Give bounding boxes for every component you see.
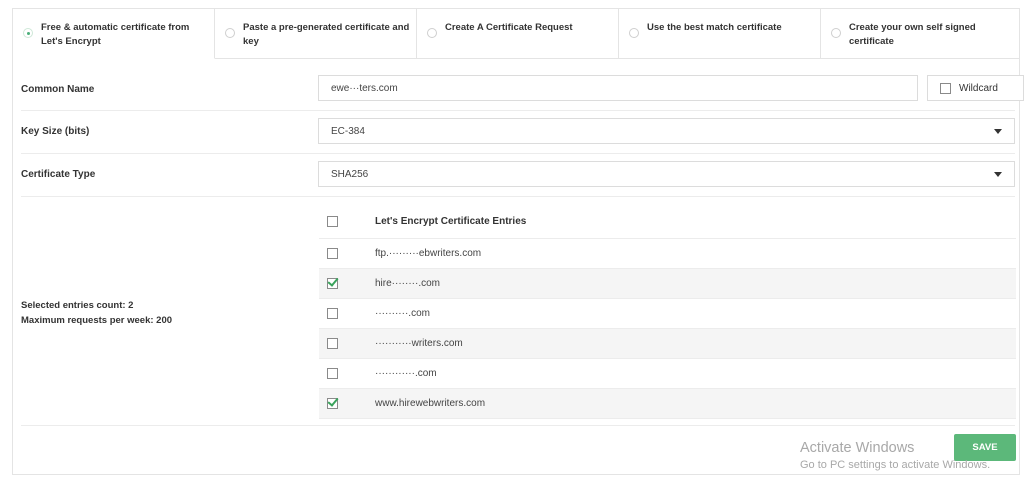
tab-best-match[interactable]: Use the best match certificate (619, 9, 821, 59)
entry-row: hire········.com (319, 269, 1016, 299)
entry-checkbox[interactable] (327, 248, 338, 259)
tab-label: Create A Certificate Request (445, 22, 573, 33)
key-size-label: Key Size (bits) (21, 126, 90, 137)
tab-paste-certificate[interactable]: Paste a pre-generated certificate and ke… (215, 9, 417, 59)
entry-domain: ftp.·········ebwriters.com (375, 248, 482, 259)
radio-icon[interactable] (23, 28, 33, 38)
key-size-row: Key Size (bits) EC-384 (21, 110, 1015, 154)
entries-header-label: Let's Encrypt Certificate Entries (375, 216, 527, 227)
entry-row: ftp.·········ebwriters.com (319, 239, 1016, 269)
radio-icon[interactable] (629, 28, 639, 38)
tab-lets-encrypt[interactable]: Free & automatic certificate from Let's … (13, 9, 215, 59)
tab-label: Free & automatic certificate from Let's … (41, 22, 190, 47)
key-size-value: EC-384 (331, 126, 365, 137)
tab-label: Paste a pre-generated certificate and ke… (243, 22, 410, 47)
certificate-type-label: Certificate Type (21, 169, 96, 180)
entry-checkbox[interactable] (327, 278, 338, 289)
entry-domain: www.hirewebwriters.com (375, 398, 486, 409)
entry-row: www.hirewebwriters.com (319, 389, 1016, 419)
wildcard-label: Wildcard (959, 83, 998, 94)
entry-domain: hire········.com (375, 278, 440, 289)
entry-checkbox[interactable] (327, 308, 338, 319)
entry-domain: ············.com (375, 368, 437, 379)
tab-certificate-request[interactable]: Create A Certificate Request (417, 9, 619, 59)
certificate-entries-table: Let's Encrypt Certificate Entries ftp.··… (319, 205, 1016, 419)
max-requests-text: Maximum requests per week: 200 (21, 315, 173, 326)
certificate-method-tabs: Free & automatic certificate from Let's … (13, 9, 1019, 59)
watermark-title: Activate Windows (800, 440, 915, 456)
ssl-certificate-panel: Free & automatic certificate from Let's … (12, 8, 1024, 475)
tab-label: Create your own self signed certificate (849, 22, 976, 47)
windows-activation-watermark: Activate Windows Go to PC settings to ac… (800, 440, 990, 472)
wildcard-checkbox[interactable] (940, 83, 951, 94)
common-name-input[interactable]: ewe···ters.com (318, 75, 918, 101)
wildcard-option[interactable]: Wildcard (927, 75, 1024, 101)
watermark-subtitle: Go to PC settings to activate Windows. (800, 459, 991, 471)
entry-checkbox[interactable] (327, 398, 338, 409)
radio-icon[interactable] (427, 28, 437, 38)
caret-down-icon (994, 172, 1002, 177)
entry-row: ············.com (319, 359, 1016, 389)
certificate-type-row: Certificate Type SHA256 (21, 153, 1015, 197)
common-name-row: Common Name ewe···ters.com Wildcard (21, 75, 1024, 111)
selected-count-text: Selected entries count: 2 (21, 300, 134, 311)
certificate-type-select[interactable]: SHA256 (318, 161, 1015, 187)
entry-row: ···········writers.com (319, 329, 1016, 359)
certificate-type-value: SHA256 (331, 169, 369, 180)
entry-checkbox[interactable] (327, 368, 338, 379)
common-name-value: ewe···ters.com (331, 83, 398, 94)
key-size-select[interactable]: EC-384 (318, 118, 1015, 144)
tab-self-signed[interactable]: Create your own self signed certificate (821, 9, 1019, 59)
entries-summary: Selected entries count: 2 Maximum reques… (21, 298, 172, 328)
radio-icon[interactable] (831, 28, 841, 38)
entries-header-row: Let's Encrypt Certificate Entries (319, 205, 1016, 239)
entry-row: ··········.com (319, 299, 1016, 329)
entry-domain: ··········.com (375, 308, 430, 319)
caret-down-icon (994, 129, 1002, 134)
divider (21, 425, 1015, 426)
common-name-label: Common Name (21, 84, 95, 95)
select-all-checkbox[interactable] (327, 216, 338, 227)
tab-label: Use the best match certificate (647, 22, 782, 33)
entry-domain: ···········writers.com (375, 338, 463, 349)
entry-checkbox[interactable] (327, 338, 338, 349)
radio-icon[interactable] (225, 28, 235, 38)
